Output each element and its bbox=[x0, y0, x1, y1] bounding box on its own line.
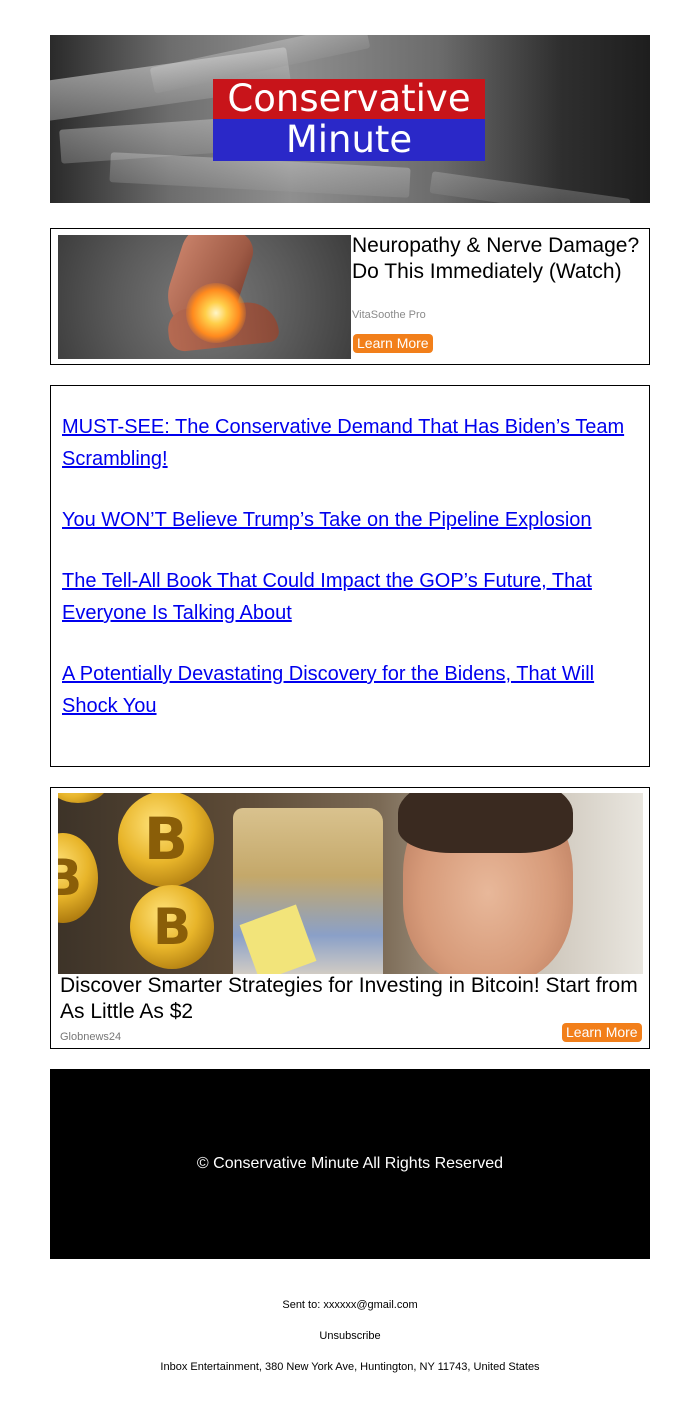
logo-line2: Minute bbox=[213, 119, 485, 161]
article-link[interactable]: You WON’T Believe Trump’s Take on the Pi… bbox=[62, 504, 632, 536]
pain-glow-shape bbox=[186, 283, 246, 343]
ad-title[interactable]: Neuropathy & Nerve Damage? Do This Immed… bbox=[352, 233, 642, 285]
logo-line1: Conservative bbox=[213, 79, 485, 119]
unsubscribe-link[interactable]: Unsubscribe bbox=[0, 1330, 700, 1342]
article-links-box: MUST-SEE: The Conservative Demand That H… bbox=[50, 385, 650, 767]
bitcoin-coin-icon bbox=[58, 793, 108, 803]
footer-banner: © Conservative Minute All Rights Reserve… bbox=[50, 1069, 650, 1259]
header-banner[interactable]: Conservative Minute bbox=[50, 35, 650, 203]
ad-title[interactable]: Discover Smarter Strategies for Investin… bbox=[60, 973, 640, 1025]
foot-pain-image[interactable] bbox=[58, 235, 351, 359]
ad-source: VitaSoothe Pro bbox=[352, 309, 426, 321]
article-link[interactable]: A Potentially Devastating Discovery for … bbox=[62, 658, 632, 722]
article-link[interactable]: MUST-SEE: The Conservative Demand That H… bbox=[62, 411, 632, 475]
copyright-text: © Conservative Minute All Rights Reserve… bbox=[196, 1155, 504, 1172]
man-hair-shape bbox=[398, 793, 573, 853]
learn-more-button[interactable]: Learn More bbox=[353, 334, 433, 353]
bitcoin-coin-icon: B bbox=[118, 793, 214, 887]
sent-to-text: Sent to: xxxxxx@gmail.com bbox=[282, 1299, 418, 1311]
newspaper-shape bbox=[429, 171, 631, 203]
sponsored-ad-neuropathy[interactable]: Neuropathy & Nerve Damage? Do This Immed… bbox=[50, 228, 650, 365]
bitcoin-image[interactable]: B B B bbox=[58, 793, 643, 974]
sponsored-ad-bitcoin[interactable]: B B B Discover Smarter Strategies for In… bbox=[50, 787, 650, 1049]
learn-more-button[interactable]: Learn More bbox=[562, 1023, 642, 1042]
address-text: Inbox Entertainment, 380 New York Ave, H… bbox=[160, 1361, 540, 1373]
bitcoin-coin-icon: B bbox=[130, 885, 214, 969]
bitcoin-coin-icon: B bbox=[58, 833, 98, 923]
article-link[interactable]: The Tell-All Book That Could Impact the … bbox=[62, 565, 632, 629]
ad-source: Globnews24 bbox=[60, 1031, 122, 1043]
